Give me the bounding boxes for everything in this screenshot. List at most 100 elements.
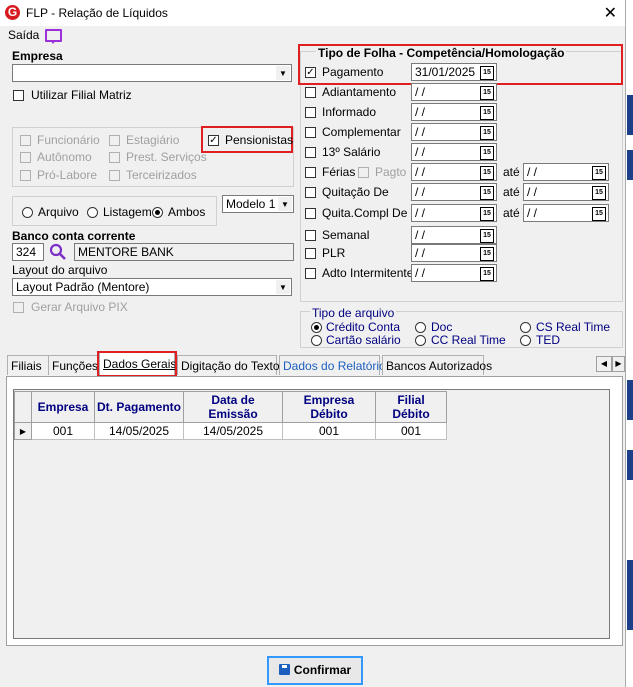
grid-header-dt-pagamento[interactable]: Dt. Pagamento: [94, 391, 184, 423]
plr-checkbox[interactable]: [305, 248, 316, 259]
tab-bancos-autorizados[interactable]: Bancos Autorizados: [382, 355, 492, 375]
terceirizados-checkbox[interactable]: [109, 170, 120, 181]
cell-filial-debito[interactable]: 001: [375, 422, 447, 440]
complementar-date-input[interactable]: / /15: [411, 123, 497, 141]
listagem-radio[interactable]: [87, 207, 98, 218]
13-salario-date-input[interactable]: / /15: [411, 143, 497, 161]
cell-empresa[interactable]: 001: [31, 422, 95, 440]
grid-header-empresa-debito[interactable]: Empresa Débito: [282, 391, 376, 423]
cs-real-time-radio[interactable]: [520, 322, 531, 333]
empresa-select[interactable]: ▼: [12, 64, 292, 82]
calendar-icon[interactable]: 15: [480, 86, 494, 100]
complementar-checkbox[interactable]: [305, 127, 316, 138]
quita-compl-de-checkbox[interactable]: [305, 208, 316, 219]
quitacao-de-ate-date-input[interactable]: / /15: [523, 183, 609, 201]
pagamento-checkbox[interactable]: ✓: [305, 67, 316, 78]
calendar-icon[interactable]: 15: [480, 166, 494, 180]
close-icon[interactable]: ✕: [604, 3, 617, 23]
quita-compl-de-ate-date-input[interactable]: / /15: [523, 204, 609, 222]
ambos-radio[interactable]: [152, 207, 163, 218]
prest-servicos-checkbox[interactable]: [109, 152, 120, 163]
calendar-icon[interactable]: 15: [480, 186, 494, 200]
calendar-icon[interactable]: 15: [480, 267, 494, 281]
informado-checkbox[interactable]: [305, 107, 316, 118]
search-icon[interactable]: [49, 243, 67, 261]
pensionistas-label: Pensionistas: [225, 133, 294, 147]
ted-label: TED: [536, 333, 560, 347]
adto-intermitente-date-input[interactable]: / /15: [411, 264, 497, 282]
quitacao-de-date-input[interactable]: / /15: [411, 183, 497, 201]
grid-header-filial-debito[interactable]: Filial Débito: [375, 391, 447, 423]
cartao-salario-radio[interactable]: [311, 335, 322, 346]
grid-header-data-emissao[interactable]: Data de Emissão: [183, 391, 283, 423]
adiantamento-checkbox[interactable]: [305, 87, 316, 98]
tab-digitacao-texto[interactable]: Digitação do Texto: [177, 355, 280, 375]
autonomo-label: Autônomo: [37, 150, 92, 164]
calendar-icon[interactable]: 15: [592, 166, 606, 180]
quitacao-de-checkbox[interactable]: [305, 187, 316, 198]
ferias-label: Férias: [322, 165, 356, 179]
calendar-icon[interactable]: 15: [480, 229, 494, 243]
autonomo-checkbox[interactable]: [20, 152, 31, 163]
calendar-icon[interactable]: 15: [480, 126, 494, 140]
background-window-strip: [627, 380, 633, 420]
calendar-icon[interactable]: 15: [480, 146, 494, 160]
dialog-window: G FLP - Relação de Líquidos ✕ Saída Empr…: [0, 0, 626, 687]
doc-radio[interactable]: [415, 322, 426, 333]
tab-dados-relatorio[interactable]: Dados do Relatório: [279, 355, 386, 375]
cc-real-time-radio[interactable]: [415, 335, 426, 346]
calendar-icon[interactable]: 15: [480, 66, 494, 80]
gerar-pix-checkbox[interactable]: [13, 302, 24, 313]
funcionario-checkbox[interactable]: [20, 135, 31, 146]
grid-header-empresa[interactable]: Empresa: [31, 391, 95, 423]
chat-icon[interactable]: [45, 29, 62, 44]
tab-funcoes[interactable]: Funções: [48, 355, 98, 375]
semanal-checkbox[interactable]: [305, 230, 316, 241]
credito-conta-radio[interactable]: [311, 322, 322, 333]
cell-data-emissao[interactable]: 14/05/2025: [183, 422, 283, 440]
chevron-down-icon[interactable]: ▼: [278, 197, 292, 211]
modelo-select[interactable]: Modelo 1 ▼: [222, 195, 294, 213]
tab-scroll-right-icon[interactable]: ▶: [612, 356, 625, 372]
utilizar-filial-checkbox[interactable]: [13, 90, 24, 101]
confirmar-button[interactable]: Confirmar: [267, 656, 363, 685]
credito-conta-label: Crédito Conta: [326, 320, 401, 334]
pagamento-date-input[interactable]: 31/01/2025 15: [411, 63, 497, 81]
prest-servicos-label: Prest. Serviços: [126, 150, 207, 164]
adto-intermitente-checkbox[interactable]: [305, 268, 316, 279]
table-row[interactable]: ▶ 001 14/05/2025 14/05/2025 001 001: [14, 422, 447, 440]
cell-empresa-debito[interactable]: 001: [282, 422, 376, 440]
calendar-icon[interactable]: 15: [480, 247, 494, 261]
informado-date-input[interactable]: / /15: [411, 103, 497, 121]
chevron-down-icon[interactable]: ▼: [276, 280, 290, 294]
calendar-icon[interactable]: 15: [592, 186, 606, 200]
adiantamento-date-input[interactable]: / /15: [411, 83, 497, 101]
arquivo-radio[interactable]: [22, 207, 33, 218]
cell-dt-pagamento[interactable]: 14/05/2025: [94, 422, 184, 440]
dados-gerais-grid[interactable]: Empresa Dt. Pagamento Data de Emissão Em…: [14, 391, 447, 440]
save-icon: [278, 664, 290, 675]
13-salario-label: 13º Salário: [322, 145, 381, 159]
calendar-icon[interactable]: 15: [592, 207, 606, 221]
menu-saida[interactable]: Saída: [8, 28, 39, 42]
quita-compl-de-date-input[interactable]: / /15: [411, 204, 497, 222]
row-indicator-icon: ▶: [14, 422, 32, 440]
pagto-checkbox[interactable]: [358, 167, 369, 178]
banco-codigo-input[interactable]: 324: [12, 243, 44, 261]
semanal-date-input[interactable]: / /15: [411, 226, 497, 244]
pro-labore-checkbox[interactable]: [20, 170, 31, 181]
pensionistas-checkbox[interactable]: ✓: [208, 135, 219, 146]
plr-date-input[interactable]: / /15: [411, 244, 497, 262]
calendar-icon[interactable]: 15: [480, 207, 494, 221]
calendar-icon[interactable]: 15: [480, 106, 494, 120]
layout-select[interactable]: Layout Padrão (Mentore) ▼: [12, 278, 292, 296]
ted-radio[interactable]: [520, 335, 531, 346]
tab-scroll-left-icon[interactable]: ◀: [596, 356, 612, 372]
estagiario-checkbox[interactable]: [109, 135, 120, 146]
ferias-date-input[interactable]: / /15: [411, 163, 497, 181]
ferias-ate-date-input[interactable]: / /15: [523, 163, 609, 181]
13-salario-checkbox[interactable]: [305, 147, 316, 158]
tab-filiais[interactable]: Filiais: [7, 355, 49, 375]
chevron-down-icon[interactable]: ▼: [276, 66, 290, 80]
ferias-checkbox[interactable]: [305, 167, 316, 178]
